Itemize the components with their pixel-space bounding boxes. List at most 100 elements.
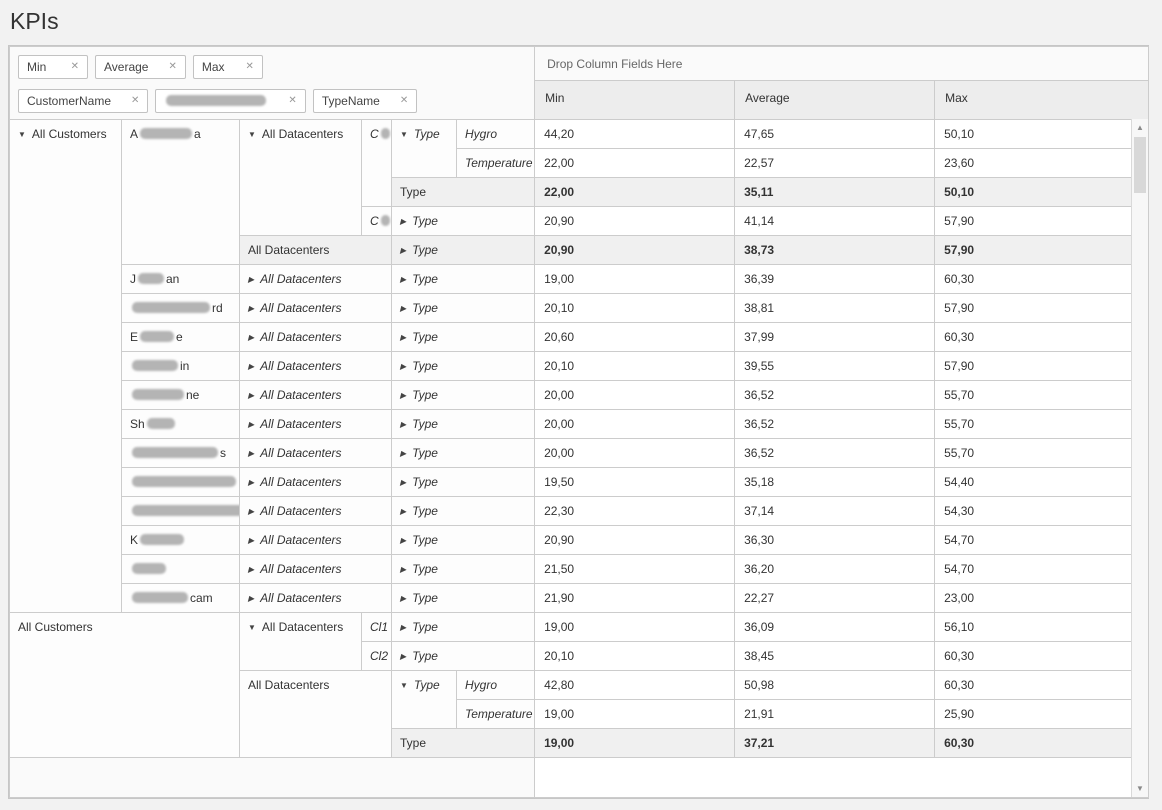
triangle-right-icon[interactable]: ▶ — [248, 304, 254, 313]
triangle-right-icon[interactable]: ▶ — [248, 391, 254, 400]
triangle-right-icon[interactable]: ▶ — [400, 275, 406, 284]
vertical-scrollbar[interactable]: ▲ ▼ — [1131, 119, 1148, 797]
triangle-right-icon[interactable]: ▶ — [248, 333, 254, 342]
all-datacenters-cell[interactable]: ▶ All Datacenters — [239, 525, 392, 555]
type-cell[interactable]: ▶ Type — [390, 264, 536, 294]
triangle-right-icon[interactable]: ▶ — [248, 478, 254, 487]
redacted-text — [132, 563, 166, 575]
triangle-right-icon[interactable]: ▶ — [248, 362, 254, 371]
triangle-right-icon[interactable]: ▶ — [400, 536, 406, 545]
typename-field-chip[interactable]: TypeName ✕ — [312, 89, 418, 113]
type-cell[interactable]: ▼ Type — [391, 670, 457, 729]
type-cell[interactable]: ▶ Type — [390, 409, 536, 439]
redacted-field-chip[interactable]: ✕ — [155, 89, 306, 113]
all-datacenters-cell[interactable]: ▶ All Datacenters — [239, 409, 392, 439]
triangle-right-icon[interactable]: ▶ — [248, 507, 254, 516]
column-header-average[interactable]: Average — [734, 80, 936, 120]
type-cell[interactable]: ▶ Type — [390, 206, 536, 236]
triangle-right-icon[interactable]: ▶ — [400, 304, 406, 313]
triangle-right-icon[interactable]: ▶ — [400, 449, 406, 458]
customername-field-chip[interactable]: CustomerName ✕ — [18, 89, 149, 113]
customer-cell: s — [121, 438, 240, 468]
triangle-right-icon[interactable]: ▶ — [400, 362, 406, 371]
remove-field-icon[interactable]: ✕ — [400, 96, 408, 106]
triangle-right-icon[interactable]: ▶ — [400, 391, 406, 400]
max-field-chip[interactable]: Max ✕ — [192, 55, 263, 79]
all-datacenters-cell[interactable]: ▶ All Datacenters — [239, 583, 392, 613]
triangle-down-icon[interactable]: ▼ — [400, 130, 408, 139]
all-datacenters-cell[interactable]: ▶ All Datacenters — [239, 322, 392, 352]
type-cell[interactable]: ▶ Type — [390, 235, 536, 265]
type-cell[interactable]: ▶ Type — [390, 322, 536, 352]
customer-cell — [121, 554, 240, 584]
triangle-right-icon[interactable]: ▶ — [400, 478, 406, 487]
value-cell: 20,10 — [534, 293, 736, 323]
triangle-right-icon[interactable]: ▶ — [400, 246, 406, 255]
triangle-right-icon[interactable]: ▶ — [248, 594, 254, 603]
type-cell[interactable]: ▶ Type — [390, 467, 536, 497]
all-datacenters-cell[interactable]: ▼ All Datacenters — [239, 612, 362, 671]
data-fields-row: Min ✕ Average ✕ Max ✕ — [18, 55, 526, 79]
type-cell[interactable]: ▶ Type — [390, 293, 536, 323]
all-datacenters-cell[interactable]: ▶ All Datacenters — [239, 467, 392, 497]
all-datacenters-cell[interactable]: ▶ All Datacenters — [239, 438, 392, 468]
value-cell: 36,52 — [734, 409, 936, 439]
type-cell[interactable]: ▶ Type — [390, 438, 536, 468]
triangle-right-icon[interactable]: ▶ — [248, 275, 254, 284]
triangle-down-icon[interactable]: ▼ — [248, 623, 256, 632]
column-header-min[interactable]: Min — [534, 80, 736, 120]
value-cell: 55,70 — [934, 438, 1150, 468]
min-field-chip[interactable]: Min ✕ — [18, 55, 88, 79]
triangle-right-icon[interactable]: ▶ — [400, 623, 406, 632]
scroll-up-button[interactable]: ▲ — [1132, 119, 1148, 136]
type-cell[interactable]: ▶ Type — [390, 380, 536, 410]
triangle-right-icon[interactable]: ▶ — [400, 217, 406, 226]
value-cell: 56,10 — [934, 612, 1150, 642]
triangle-right-icon[interactable]: ▶ — [248, 420, 254, 429]
remove-field-icon[interactable]: ✕ — [245, 62, 253, 72]
triangle-right-icon[interactable]: ▶ — [400, 420, 406, 429]
triangle-right-icon[interactable]: ▶ — [400, 594, 406, 603]
type-cell[interactable]: ▶ Type — [390, 496, 536, 526]
value-cell: 50,10 — [934, 119, 1150, 149]
triangle-down-icon[interactable]: ▼ — [248, 130, 256, 139]
triangle-right-icon[interactable]: ▶ — [248, 536, 254, 545]
all-datacenters-cell[interactable]: ▼ All Datacenters — [239, 119, 362, 236]
remove-field-icon[interactable]: ✕ — [168, 62, 176, 72]
remove-field-icon[interactable]: ✕ — [71, 62, 79, 72]
type-cell[interactable]: ▶ Type — [390, 612, 536, 642]
triangle-right-icon[interactable]: ▶ — [400, 333, 406, 342]
type-cell[interactable]: ▶ Type — [390, 641, 536, 671]
value-cell: 22,00 — [534, 148, 736, 178]
customer-cell: Ee — [121, 322, 240, 352]
all-datacenters-cell[interactable]: ▶ All Datacenters — [239, 351, 392, 381]
type-cell[interactable]: ▶ Type — [390, 525, 536, 555]
type-cell[interactable]: ▶ Type — [390, 351, 536, 381]
triangle-right-icon[interactable]: ▶ — [400, 565, 406, 574]
average-field-chip[interactable]: Average ✕ — [95, 55, 186, 79]
all-datacenters-cell[interactable]: ▶ All Datacenters — [239, 380, 392, 410]
all-datacenters-cell[interactable]: ▶ All Datacenters — [239, 264, 392, 294]
grid-row: All Customers ▼ All Datacenters Cl1 ▶ Type 19,… — [9, 612, 1150, 758]
type-cell[interactable]: ▼ Type — [391, 119, 457, 178]
triangle-down-icon[interactable]: ▼ — [18, 130, 26, 139]
type-cell[interactable]: ▶ Type — [390, 554, 536, 584]
triangle-down-icon[interactable]: ▼ — [400, 681, 408, 690]
all-datacenters-cell[interactable]: ▶ All Datacenters — [239, 496, 392, 526]
value-cell: 41,14 — [734, 206, 936, 236]
remove-field-icon[interactable]: ✕ — [131, 96, 139, 106]
redacted-text — [380, 215, 390, 227]
triangle-right-icon[interactable]: ▶ — [248, 565, 254, 574]
triangle-right-icon[interactable]: ▶ — [248, 449, 254, 458]
all-datacenters-cell[interactable]: ▶ All Datacenters — [239, 554, 392, 584]
triangle-right-icon[interactable]: ▶ — [400, 507, 406, 516]
all-customers-cell[interactable]: ▼ All Customers — [9, 119, 122, 613]
type-cell[interactable]: ▶ Type — [390, 583, 536, 613]
remove-field-icon[interactable]: ✕ — [288, 96, 296, 106]
scroll-thumb[interactable] — [1134, 137, 1146, 193]
all-datacenters-cell[interactable]: ▶ All Datacenters — [239, 293, 392, 323]
column-header-max[interactable]: Max — [934, 80, 1150, 120]
scroll-down-button[interactable]: ▼ — [1132, 780, 1148, 797]
triangle-right-icon[interactable]: ▶ — [400, 652, 406, 661]
grid-row: cam ▶ All Datacenters ▶ Type 21,90 22,27 23,00 — [10, 583, 1150, 613]
